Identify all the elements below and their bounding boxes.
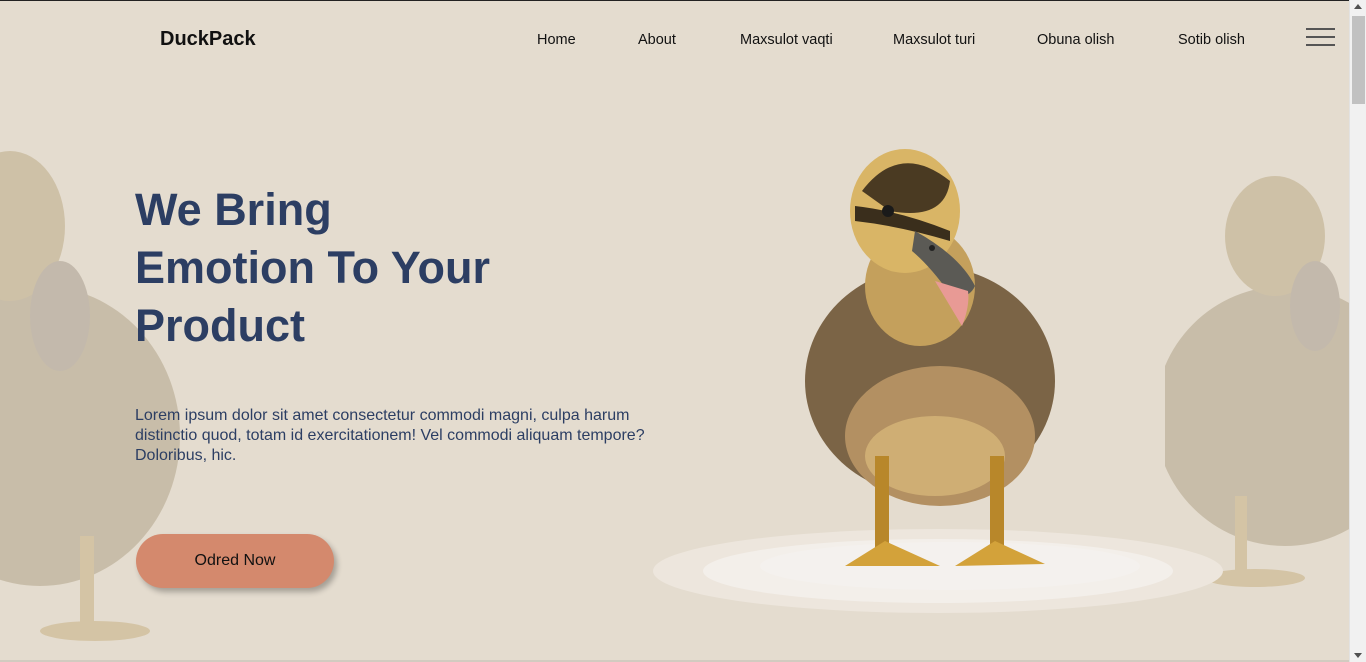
hero-description: Lorem ipsum dolor sit amet consectetur c… [135,407,645,464]
scroll-down-arrow-icon[interactable] [1354,653,1362,658]
nav-link-sotib-olish[interactable]: Sotib olish [1178,32,1245,48]
landing-page: DuckPack Home About Maxsulot vaqti Maxsu… [0,1,1349,662]
headline-line: Emotion To Your [135,242,490,293]
nav-link-maxsulot-vaqti[interactable]: Maxsulot vaqti [740,32,833,48]
hamburger-menu-icon[interactable] [1306,27,1336,47]
hero-headline: We Bring Emotion To Your Product [135,181,695,355]
headline-line: Product [135,300,306,351]
scroll-up-arrow-icon[interactable] [1354,4,1362,9]
nav-link-maxsulot-turi[interactable]: Maxsulot turi [893,32,975,48]
nav-link-home[interactable]: Home [537,32,576,48]
nav-link-obuna-olish[interactable]: Obuna olish [1037,32,1114,48]
vertical-scrollbar[interactable] [1349,0,1366,662]
duckling-image [653,149,1223,613]
scrollbar-thumb[interactable] [1352,16,1365,104]
site-logo[interactable]: DuckPack [160,28,256,51]
nav-link-about[interactable]: About [638,32,676,48]
headline-line: We Bring [135,184,332,235]
order-now-button[interactable]: Odred Now [136,534,334,588]
